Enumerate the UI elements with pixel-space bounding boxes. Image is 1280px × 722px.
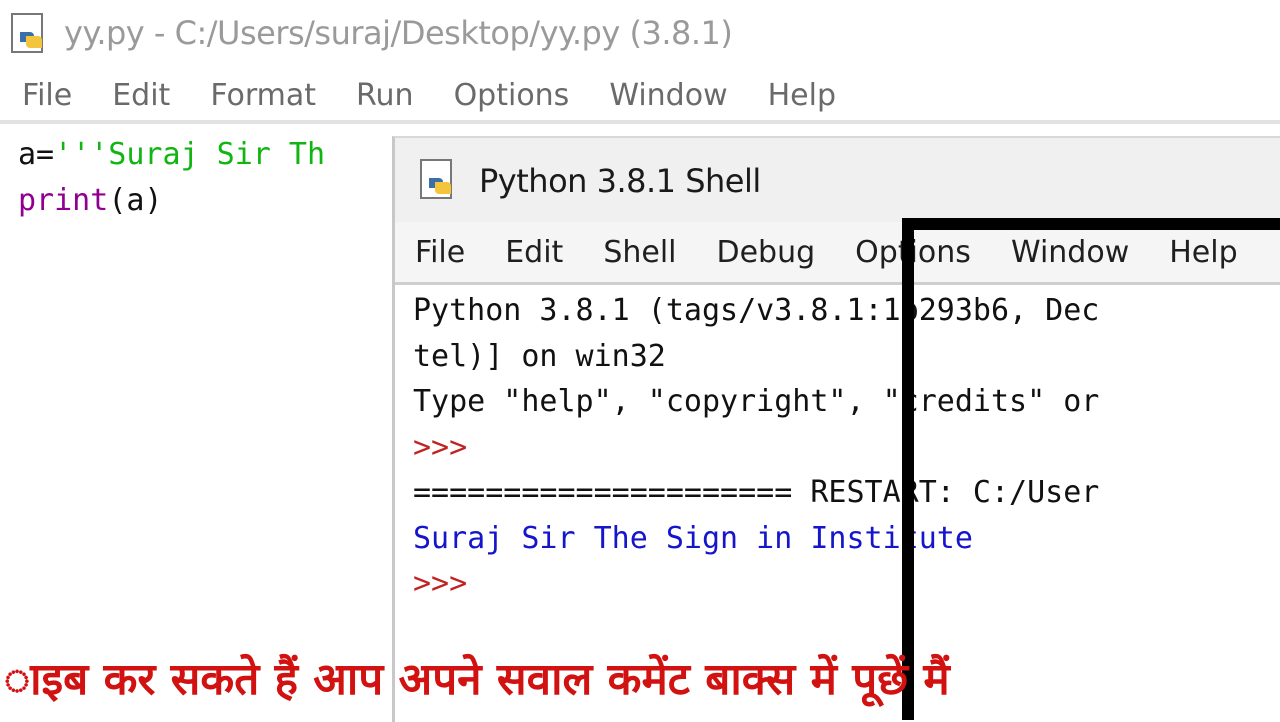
shell-menu-shell[interactable]: Shell [583,235,696,270]
hindi-caption: ाइब कर सकते हैं आप अपने सवाल कमेंट बाक्स… [4,654,950,705]
shell-divider [395,282,1280,285]
editor-menu-window[interactable]: Window [589,78,747,113]
editor-menu-edit[interactable]: Edit [92,78,190,113]
shell-menubar: File Edit Shell Debug Options Window Hel… [395,222,1280,282]
editor-menu-run[interactable]: Run [336,78,434,113]
shell-prompt: >>> [413,566,468,601]
editor-menu-options[interactable]: Options [434,78,590,113]
shell-banner-line2: tel)] on win32 [413,338,666,374]
shell-banner-line3: Type "help", "copyright", "credits" or [413,384,1100,419]
shell-titlebar[interactable]: Python 3.8.1 Shell [395,138,1280,222]
editor-code-area[interactable]: a='''Suraj Sir Th print(a) [18,132,325,224]
python-shell-icon [420,159,452,199]
editor-menu-help[interactable]: Help [748,78,856,113]
editor-menubar: File Edit Format Run Options Window Help [2,70,1280,120]
shell-title: Python 3.8.1 Shell [479,162,761,200]
editor-menu-file[interactable]: File [2,78,92,113]
shell-prompt: >>> [413,429,468,465]
shell-output[interactable]: Python 3.8.1 (tags/v3.8.1:1b293b6, Dec t… [413,288,1099,607]
editor-title: yy.py - C:/Users/suraj/Desktop/yy.py (3.… [64,14,733,52]
shell-menu-help[interactable]: Help [1149,235,1257,270]
shell-program-output: Suraj Sir The Sign in Institute [413,520,973,556]
shell-menu-debug[interactable]: Debug [697,235,836,270]
code-var-assign: a= [18,137,55,172]
shell-restart-line: ===================== RESTART: C:/User [413,475,1100,510]
shell-menu-edit[interactable]: Edit [485,235,583,270]
code-builtin-print: print [18,183,109,218]
editor-titlebar: yy.py - C:/Users/suraj/Desktop/yy.py (3.… [0,0,1280,70]
shell-menu-file[interactable]: File [395,235,485,270]
shell-banner-line1: Python 3.8.1 (tags/v3.8.1:1b293b6, Dec [413,293,1100,328]
editor-divider [0,120,1280,124]
highlight-frame-top [902,218,1280,230]
shell-menu-window[interactable]: Window [991,235,1149,270]
code-string-literal: '''Suraj Sir Th [54,137,326,172]
python-file-icon [11,13,43,53]
code-args: (a) [108,183,163,218]
editor-menu-format[interactable]: Format [190,78,336,113]
